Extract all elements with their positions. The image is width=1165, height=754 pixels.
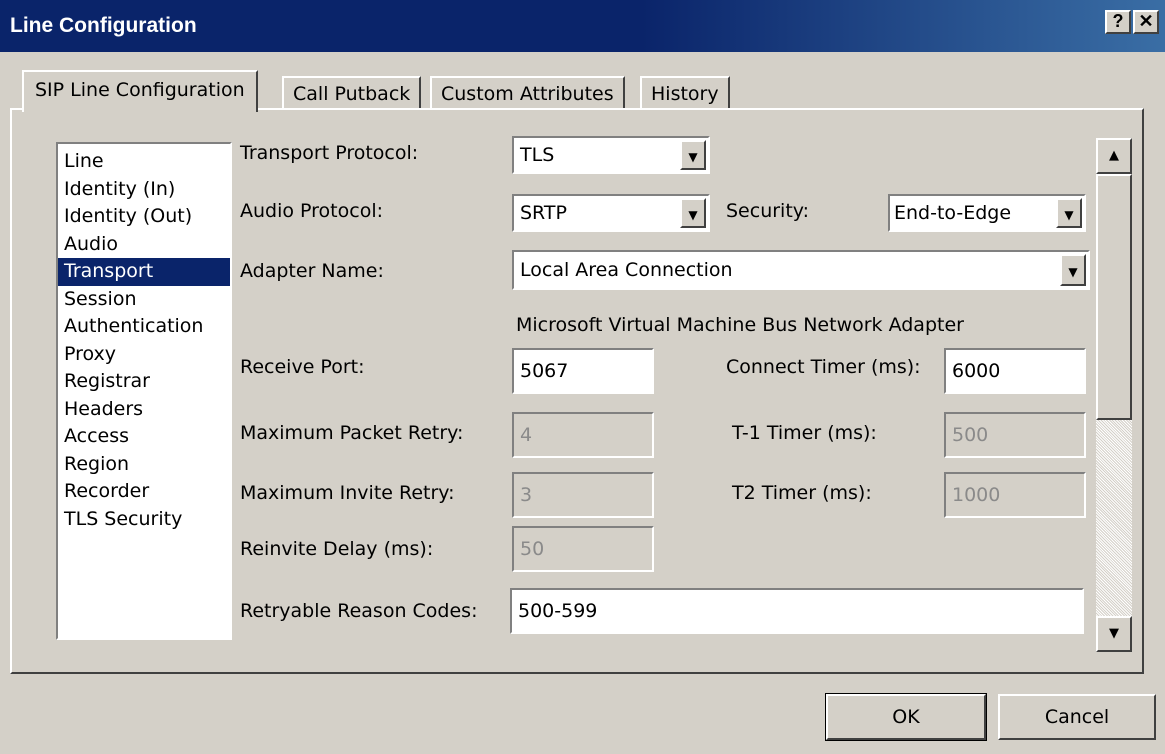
tab-panel: Line Identity (In) Identity (Out) Audio …: [10, 108, 1144, 674]
t1-timer-input[interactable]: 500: [944, 412, 1086, 458]
t1-timer-label: T-1 Timer (ms):: [732, 422, 877, 444]
close-icon[interactable]: ✕: [1133, 10, 1159, 34]
adapter-name-select[interactable]: Local Area Connection ▼: [512, 250, 1090, 290]
list-item-proxy[interactable]: Proxy: [58, 341, 230, 369]
reinvite-delay-input[interactable]: 50: [512, 526, 654, 572]
chevron-down-icon[interactable]: ▼: [680, 198, 706, 228]
nav-listbox[interactable]: Line Identity (In) Identity (Out) Audio …: [56, 142, 232, 640]
list-item-transport[interactable]: Transport: [58, 258, 230, 286]
scroll-thumb[interactable]: [1096, 174, 1132, 420]
max-packet-retry-label: Maximum Packet Retry:: [240, 422, 464, 444]
title-bar: Line Configuration ? ✕: [0, 0, 1165, 52]
list-item-line[interactable]: Line: [58, 148, 230, 176]
max-invite-retry-input[interactable]: 3: [512, 472, 654, 518]
retryable-reason-codes-label: Retryable Reason Codes:: [240, 600, 478, 622]
receive-port-label: Receive Port:: [240, 356, 365, 378]
connect-timer-input[interactable]: 6000: [944, 348, 1086, 394]
chevron-down-icon[interactable]: ▼: [680, 140, 706, 170]
security-select[interactable]: End-to-Edge ▼: [888, 194, 1086, 232]
list-item-audio[interactable]: Audio: [58, 231, 230, 259]
list-item-tls-security[interactable]: TLS Security: [58, 506, 230, 534]
retryable-reason-codes-input[interactable]: 500-599: [510, 588, 1084, 634]
list-item-recorder[interactable]: Recorder: [58, 478, 230, 506]
max-packet-retry-input[interactable]: 4: [512, 412, 654, 458]
audio-protocol-label: Audio Protocol:: [240, 200, 384, 222]
window-title: Line Configuration: [10, 14, 197, 37]
receive-port-input[interactable]: 5067: [512, 348, 654, 394]
list-item-registrar[interactable]: Registrar: [58, 368, 230, 396]
transport-protocol-select[interactable]: TLS ▼: [512, 136, 710, 174]
t2-timer-input[interactable]: 1000: [944, 472, 1086, 518]
audio-protocol-select[interactable]: SRTP ▼: [512, 194, 710, 232]
tab-call-putback[interactable]: Call Putback: [282, 76, 422, 110]
max-invite-retry-label: Maximum Invite Retry:: [240, 482, 455, 504]
adapter-name-value: Local Area Connection: [520, 259, 733, 281]
list-item-identity-out[interactable]: Identity (Out): [58, 203, 230, 231]
adapter-name-label: Adapter Name:: [240, 260, 384, 282]
list-item-region[interactable]: Region: [58, 451, 230, 479]
list-item-access[interactable]: Access: [58, 423, 230, 451]
help-icon[interactable]: ?: [1105, 10, 1131, 34]
list-item-headers[interactable]: Headers: [58, 396, 230, 424]
ok-button[interactable]: OK: [825, 693, 987, 741]
tab-history[interactable]: History: [640, 76, 730, 110]
audio-protocol-value: SRTP: [520, 202, 567, 224]
chevron-down-icon[interactable]: ▼: [1060, 254, 1086, 286]
cancel-button[interactable]: Cancel: [998, 694, 1156, 740]
connect-timer-label: Connect Timer (ms):: [726, 356, 921, 378]
transport-protocol-label: Transport Protocol:: [240, 142, 419, 164]
list-item-authentication[interactable]: Authentication: [58, 313, 230, 341]
security-label: Security:: [726, 200, 810, 222]
scroll-down-icon[interactable]: ▼: [1096, 616, 1132, 652]
vertical-scrollbar[interactable]: ▲ ▼: [1096, 138, 1132, 652]
list-item-identity-in[interactable]: Identity (In): [58, 176, 230, 204]
security-value: End-to-Edge: [894, 202, 1012, 224]
tab-custom-attributes[interactable]: Custom Attributes: [430, 76, 625, 110]
scroll-up-icon[interactable]: ▲: [1096, 138, 1132, 174]
tab-sip-line-configuration[interactable]: SIP Line Configuration: [22, 70, 258, 112]
adapter-description: Microsoft Virtual Machine Bus Network Ad…: [516, 314, 964, 336]
chevron-down-icon[interactable]: ▼: [1056, 198, 1082, 228]
t2-timer-label: T2 Timer (ms):: [732, 482, 872, 504]
reinvite-delay-label: Reinvite Delay (ms):: [240, 538, 434, 560]
list-item-session[interactable]: Session: [58, 286, 230, 314]
transport-protocol-value: TLS: [520, 144, 555, 166]
